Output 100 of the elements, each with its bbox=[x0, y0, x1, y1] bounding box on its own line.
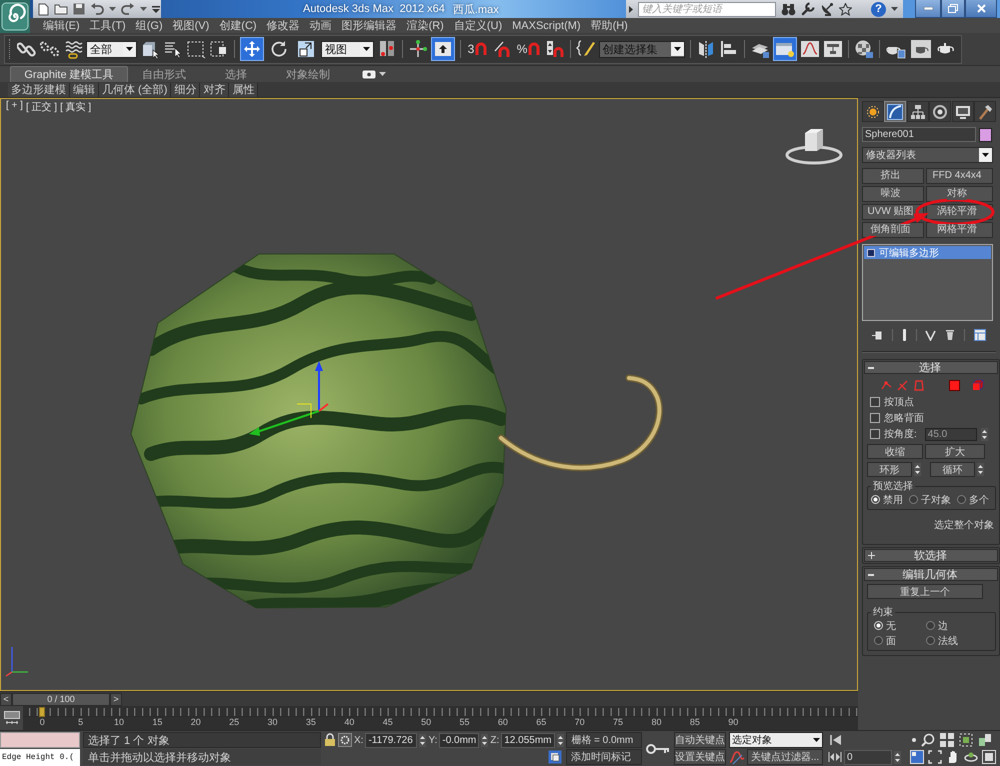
help-button[interactable]: ? bbox=[871, 2, 886, 16]
ribbon-panel-label[interactable]: 属性 bbox=[229, 82, 258, 96]
wrench-icon[interactable] bbox=[801, 2, 815, 16]
curve-graph-icon[interactable] bbox=[800, 39, 820, 59]
repeat-last-button[interactable]: 重复上一个 bbox=[867, 584, 983, 599]
modifier-button[interactable]: 噪波 bbox=[862, 186, 924, 202]
radio-button[interactable] bbox=[926, 636, 935, 645]
current-frame-marker[interactable] bbox=[39, 707, 46, 717]
ribbon-panel-label[interactable]: 编辑 bbox=[70, 82, 99, 96]
percent-snap-button[interactable]: % bbox=[516, 37, 542, 61]
close-button[interactable] bbox=[965, 0, 997, 18]
menu-item[interactable]: 修改器 bbox=[266, 18, 300, 33]
dashed-rectangle-cube-icon[interactable] bbox=[208, 39, 229, 59]
radio-button[interactable] bbox=[926, 621, 935, 630]
modifier-button[interactable]: 倒角剖面 bbox=[862, 222, 924, 238]
radio-button[interactable] bbox=[909, 495, 918, 504]
trash-icon[interactable] bbox=[945, 329, 956, 341]
transform-tool-button[interactable] bbox=[240, 37, 264, 61]
braces-pencil-icon[interactable] bbox=[576, 39, 596, 59]
minimize-button[interactable] bbox=[915, 0, 941, 18]
dashed-circle-icon[interactable] bbox=[338, 733, 352, 747]
overlapping-squares-icon[interactable] bbox=[978, 733, 992, 747]
spinner-icon[interactable] bbox=[914, 462, 921, 476]
current-frame-field[interactable]: 0 bbox=[844, 750, 892, 764]
redo-arrow-icon[interactable] bbox=[121, 3, 135, 15]
vertex-icon[interactable] bbox=[881, 379, 893, 391]
boxes-diagram-icon[interactable] bbox=[823, 39, 844, 59]
skip-back-icon[interactable] bbox=[830, 735, 842, 745]
command-panel-tab[interactable] bbox=[929, 101, 952, 122]
triangle-icon[interactable] bbox=[629, 6, 633, 12]
viewcube-icon[interactable] bbox=[785, 127, 843, 165]
window-icon[interactable] bbox=[910, 750, 924, 764]
key-icon[interactable] bbox=[646, 744, 670, 754]
spinner-icon[interactable] bbox=[977, 462, 984, 476]
modifier-button[interactable]: 挤出 bbox=[862, 168, 924, 184]
undo-arrow-icon[interactable] bbox=[90, 3, 104, 15]
modifier-button[interactable]: 对称 bbox=[926, 186, 993, 202]
search-field[interactable]: 键入关键字或短语 bbox=[638, 2, 776, 16]
color-swatch-icon[interactable] bbox=[979, 128, 992, 142]
menu-item[interactable]: 组(G) bbox=[136, 18, 163, 33]
ribbon-toggle-button[interactable] bbox=[773, 37, 798, 61]
time-slider-track[interactable]: < 0 / 100 > bbox=[0, 691, 858, 706]
ribbon-panel-label[interactable]: 对齐 bbox=[200, 82, 230, 96]
coordinate-field[interactable]: -0.0mm bbox=[439, 732, 480, 748]
spiral-logo-icon[interactable] bbox=[0, 0, 30, 33]
ribbon-panel-label[interactable]: 多边形建模 bbox=[8, 82, 70, 96]
radio-button[interactable] bbox=[957, 495, 966, 504]
spinner-icon[interactable] bbox=[980, 428, 988, 440]
checkbox[interactable] bbox=[870, 429, 880, 439]
spinner-icon[interactable] bbox=[894, 750, 901, 764]
viewport[interactable]: [ + ] [ 正交 ] [ 真实 ] bbox=[0, 98, 858, 691]
shortcut-override-button[interactable] bbox=[430, 37, 455, 61]
element-icon[interactable] bbox=[972, 379, 984, 391]
ribbon-tab[interactable]: 对象绘制 bbox=[272, 66, 344, 82]
next-frame-button[interactable]: > bbox=[110, 692, 122, 706]
checkbox[interactable] bbox=[870, 413, 880, 423]
rollout-header[interactable]: 软选择 bbox=[864, 549, 998, 562]
menu-item[interactable]: 视图(V) bbox=[172, 18, 210, 33]
maximize-icon[interactable] bbox=[982, 750, 996, 764]
menu-item[interactable]: 渲染(R) bbox=[406, 18, 444, 33]
viewport-label[interactable]: [ 真实 ] bbox=[60, 100, 92, 114]
key-target-dropdown[interactable]: 选定对象 bbox=[729, 732, 823, 748]
frame-position[interactable]: 0 / 100 bbox=[12, 692, 110, 706]
set-key-button[interactable]: 设置关键点 bbox=[674, 749, 726, 765]
viewport-label[interactable]: [ 正交 ] bbox=[26, 100, 58, 114]
star-icon[interactable] bbox=[839, 2, 852, 16]
spinner-magnet-icon[interactable] bbox=[544, 39, 565, 59]
dashed-rectangle-icon[interactable] bbox=[186, 39, 206, 59]
menu-item[interactable]: 编辑(E) bbox=[43, 18, 80, 33]
command-panel-tab[interactable] bbox=[974, 101, 996, 122]
command-panel-tab[interactable] bbox=[862, 101, 884, 122]
selection-button[interactable]: 扩大 bbox=[925, 444, 985, 458]
spinner-icon[interactable] bbox=[481, 734, 488, 746]
menu-item[interactable]: 工具(T) bbox=[90, 18, 126, 33]
snap-toggle-button[interactable]: 3 bbox=[466, 37, 490, 61]
stacked-squares-icon[interactable] bbox=[548, 750, 562, 764]
menu-item[interactable]: 帮助(H) bbox=[590, 18, 628, 33]
fork-icon[interactable] bbox=[925, 330, 936, 340]
magnifier-icon[interactable] bbox=[921, 733, 935, 747]
ribbon-tab[interactable]: 选择 bbox=[200, 66, 272, 82]
previous-frame-button[interactable]: < bbox=[0, 692, 12, 706]
rollout-header[interactable]: 编辑几何体 bbox=[864, 568, 998, 581]
object-name-field[interactable]: Sphere001 bbox=[862, 127, 976, 142]
orbit-icon[interactable] bbox=[964, 750, 978, 764]
command-panel-tab[interactable] bbox=[952, 101, 974, 122]
restore-button[interactable] bbox=[941, 0, 965, 18]
reference-coordinate-dropdown[interactable]: 视图 bbox=[320, 40, 374, 58]
track-bar[interactable]: 0 5 10 15 20 25 30 35 40 45 50 55 60 65 70 75 80 85 90 bbox=[23, 706, 858, 730]
spinner-icon[interactable] bbox=[557, 734, 564, 746]
dashed-corners-icon[interactable] bbox=[928, 750, 942, 764]
maxscript-listener-field[interactable] bbox=[0, 732, 80, 748]
radio-button[interactable] bbox=[874, 636, 883, 645]
checkbox[interactable] bbox=[870, 397, 880, 407]
vertical-bar-icon[interactable] bbox=[902, 329, 907, 341]
selection-button[interactable]: 收缩 bbox=[867, 444, 923, 458]
ribbon-tab[interactable]: Graphite 建模工具 bbox=[10, 66, 128, 82]
folder-icon[interactable] bbox=[54, 3, 68, 15]
modifier-button[interactable]: 网格平滑 bbox=[926, 222, 993, 238]
command-panel-tab[interactable] bbox=[906, 101, 929, 122]
selection-button[interactable]: 环形 bbox=[867, 462, 912, 476]
